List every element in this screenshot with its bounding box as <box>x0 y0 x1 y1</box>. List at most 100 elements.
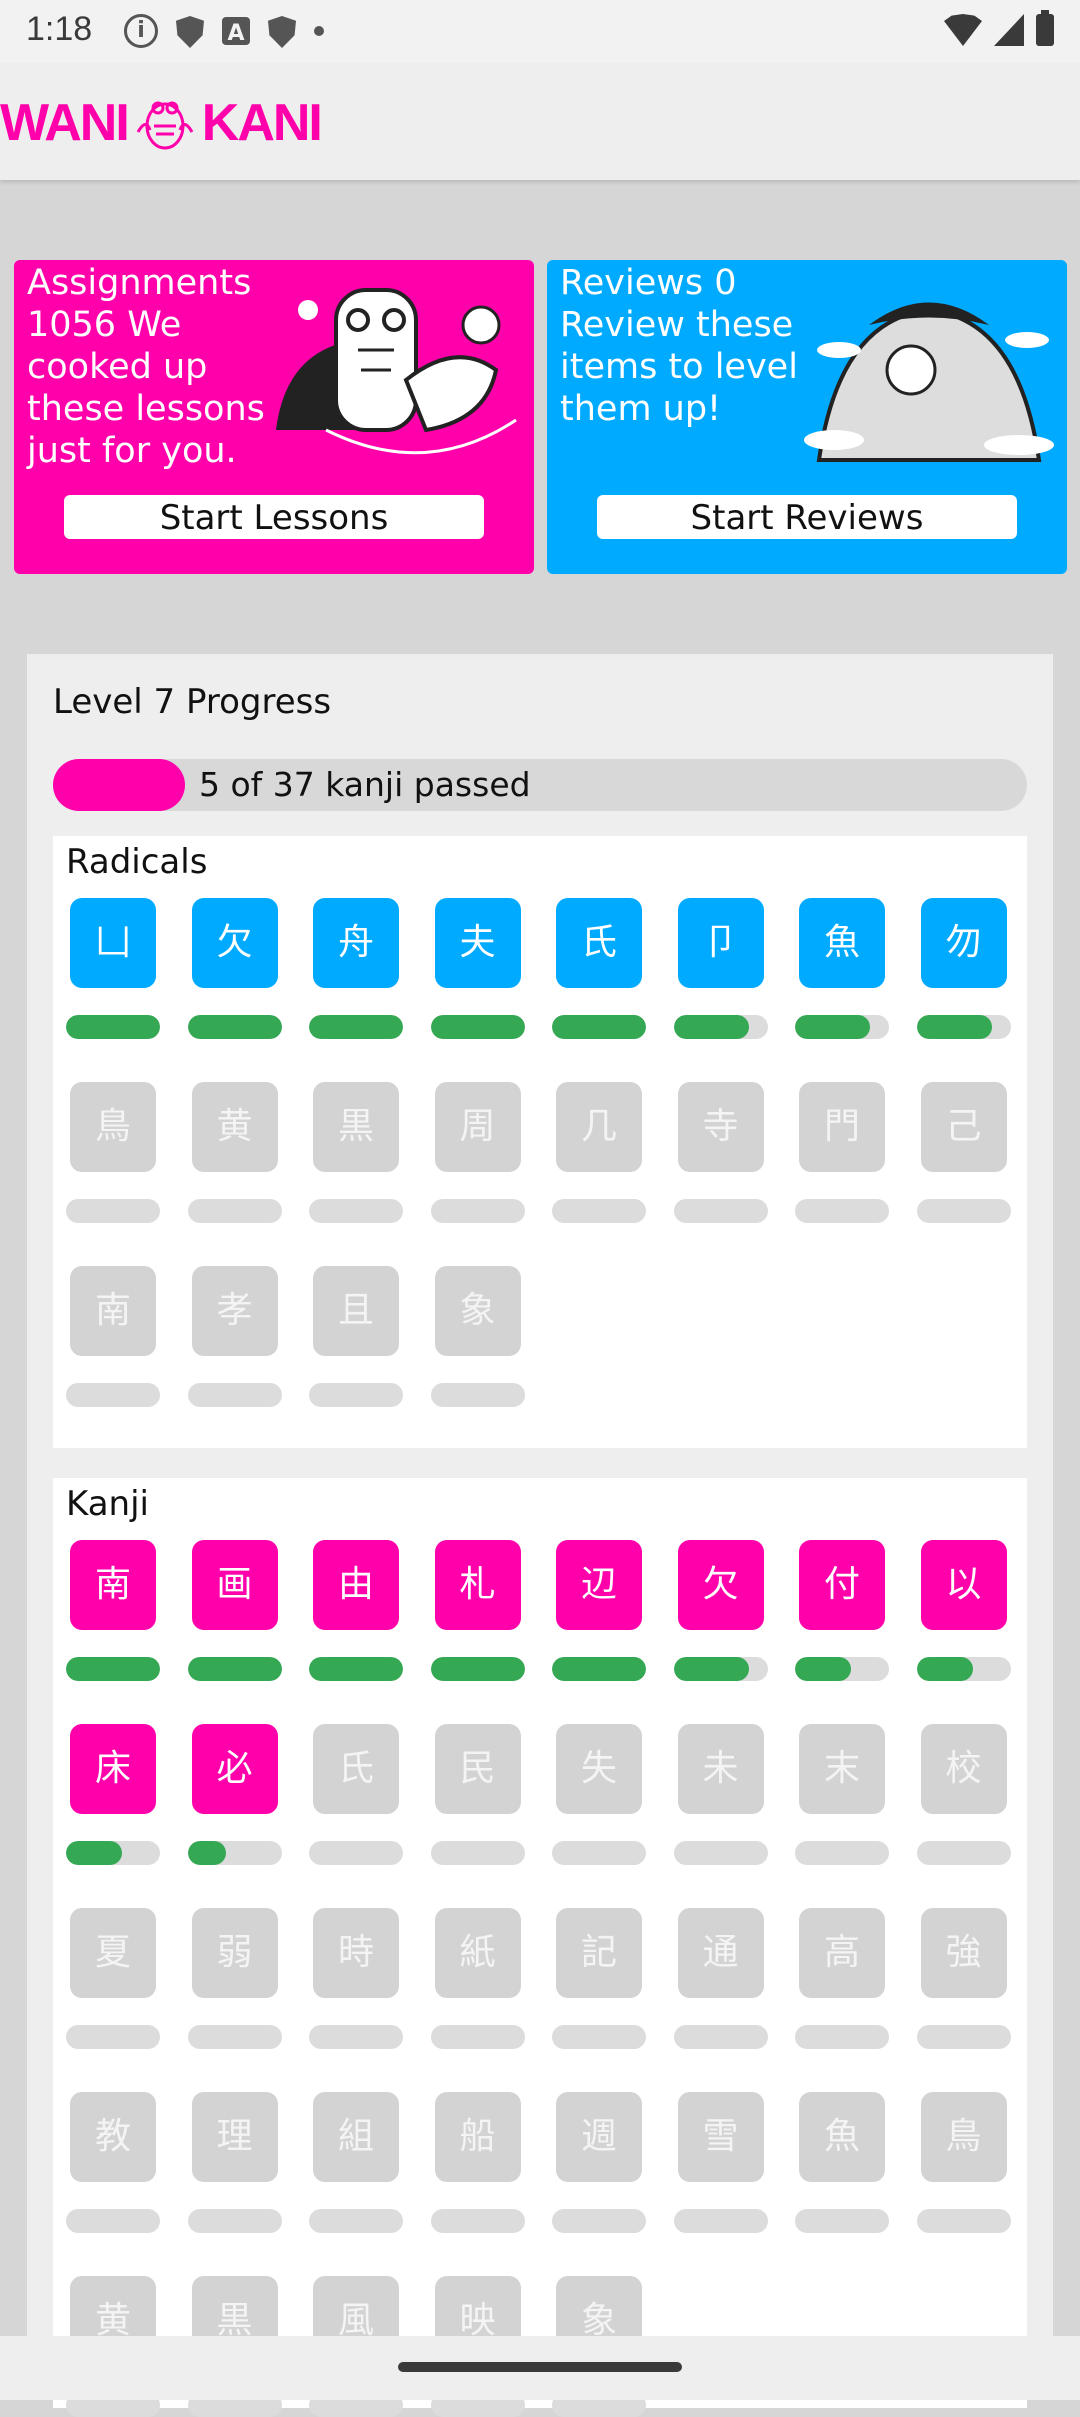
kanji-tile[interactable]: 画 <box>191 1540 278 1630</box>
kanji-tile[interactable]: 弱 <box>191 1908 278 1998</box>
kanji-item[interactable]: 民 <box>418 1724 538 1865</box>
radical-tile[interactable]: 几 <box>556 1082 642 1172</box>
kanji-item[interactable]: 氏 <box>296 1724 416 1865</box>
radical-item[interactable]: 几 <box>539 1082 659 1223</box>
radical-item[interactable]: 夫 <box>418 898 538 1039</box>
start-reviews-button[interactable]: Start Reviews <box>597 495 1017 539</box>
kanji-item[interactable]: 失 <box>539 1724 659 1865</box>
radical-item[interactable]: 且 <box>296 1266 416 1407</box>
kanji-tile[interactable]: 校 <box>920 1724 1007 1814</box>
kanji-tile[interactable]: 民 <box>434 1724 521 1814</box>
radical-item[interactable]: 寺 <box>661 1082 781 1223</box>
radical-item[interactable]: 魚 <box>782 898 902 1039</box>
radical-item[interactable]: 象 <box>418 1266 538 1407</box>
kanji-item[interactable]: 船 <box>418 2092 538 2233</box>
kanji-tile[interactable]: 夏 <box>70 1908 156 1998</box>
radical-tile[interactable]: 卩 <box>677 898 764 988</box>
kanji-tile[interactable]: 組 <box>313 2092 399 2182</box>
kanji-tile[interactable]: 紙 <box>434 1908 521 1998</box>
radical-item[interactable]: 凵 <box>53 898 173 1039</box>
kanji-item[interactable]: 高 <box>782 1908 902 2049</box>
kanji-item[interactable]: 画 <box>175 1540 295 1681</box>
kanji-item[interactable]: 弱 <box>175 1908 295 2049</box>
kanji-item[interactable]: 由 <box>296 1540 416 1681</box>
kanji-tile[interactable]: 氏 <box>313 1724 399 1814</box>
radical-tile[interactable]: 周 <box>434 1082 521 1172</box>
wanikani-logo[interactable]: WANI KANI <box>0 88 323 158</box>
kanji-tile[interactable]: 週 <box>556 2092 642 2182</box>
radical-tile[interactable]: 凵 <box>70 898 156 988</box>
kanji-item[interactable]: 鳥 <box>904 2092 1024 2233</box>
radical-item[interactable]: 南 <box>53 1266 173 1407</box>
kanji-tile[interactable]: 記 <box>556 1908 642 1998</box>
radical-tile[interactable]: 氏 <box>556 898 642 988</box>
kanji-item[interactable]: 南 <box>53 1540 173 1681</box>
kanji-item[interactable]: 魚 <box>782 2092 902 2233</box>
kanji-tile[interactable]: 時 <box>313 1908 399 1998</box>
kanji-item[interactable]: 週 <box>539 2092 659 2233</box>
radical-item[interactable]: 舟 <box>296 898 416 1039</box>
radical-tile[interactable]: 象 <box>434 1266 521 1356</box>
kanji-item[interactable]: 未 <box>661 1724 781 1865</box>
kanji-item[interactable]: 末 <box>782 1724 902 1865</box>
kanji-tile[interactable]: 由 <box>313 1540 399 1630</box>
radical-tile[interactable]: 魚 <box>799 898 885 988</box>
radical-item[interactable]: 黒 <box>296 1082 416 1223</box>
kanji-item[interactable]: 記 <box>539 1908 659 2049</box>
kanji-tile[interactable]: 以 <box>920 1540 1007 1630</box>
kanji-item[interactable]: 通 <box>661 1908 781 2049</box>
kanji-item[interactable]: 辺 <box>539 1540 659 1681</box>
kanji-tile[interactable]: 鳥 <box>920 2092 1007 2182</box>
kanji-tile[interactable]: 船 <box>434 2092 521 2182</box>
radical-tile[interactable]: 孝 <box>191 1266 278 1356</box>
kanji-tile[interactable]: 失 <box>556 1724 642 1814</box>
kanji-item[interactable]: 強 <box>904 1908 1024 2049</box>
radical-item[interactable]: 孝 <box>175 1266 295 1407</box>
kanji-item[interactable]: 校 <box>904 1724 1024 1865</box>
kanji-tile[interactable]: 床 <box>70 1724 156 1814</box>
home-gesture-handle[interactable] <box>398 2362 682 2372</box>
radical-item[interactable]: 欠 <box>175 898 295 1039</box>
kanji-item[interactable]: 教 <box>53 2092 173 2233</box>
kanji-tile[interactable]: 未 <box>677 1724 764 1814</box>
radical-item[interactable]: 己 <box>904 1082 1024 1223</box>
kanji-tile[interactable]: 南 <box>70 1540 156 1630</box>
radical-tile[interactable]: 且 <box>313 1266 399 1356</box>
kanji-item[interactable]: 夏 <box>53 1908 173 2049</box>
radical-item[interactable]: 門 <box>782 1082 902 1223</box>
radical-tile[interactable]: 南 <box>70 1266 156 1356</box>
radical-tile[interactable]: 欠 <box>191 898 278 988</box>
kanji-tile[interactable]: 欠 <box>677 1540 764 1630</box>
radical-tile[interactable]: 勿 <box>920 898 1007 988</box>
radical-item[interactable]: 氏 <box>539 898 659 1039</box>
kanji-item[interactable]: 時 <box>296 1908 416 2049</box>
radical-tile[interactable]: 寺 <box>677 1082 764 1172</box>
kanji-item[interactable]: 札 <box>418 1540 538 1681</box>
kanji-tile[interactable]: 札 <box>434 1540 521 1630</box>
kanji-tile[interactable]: 末 <box>799 1724 885 1814</box>
kanji-tile[interactable]: 魚 <box>799 2092 885 2182</box>
kanji-tile[interactable]: 辺 <box>556 1540 642 1630</box>
kanji-item[interactable]: 以 <box>904 1540 1024 1681</box>
radical-tile[interactable]: 黒 <box>313 1082 399 1172</box>
kanji-item[interactable]: 雪 <box>661 2092 781 2233</box>
kanji-tile[interactable]: 付 <box>799 1540 885 1630</box>
radical-tile[interactable]: 己 <box>920 1082 1007 1172</box>
radical-item[interactable]: 勿 <box>904 898 1024 1039</box>
kanji-item[interactable]: 組 <box>296 2092 416 2233</box>
radical-tile[interactable]: 鳥 <box>70 1082 156 1172</box>
kanji-tile[interactable]: 強 <box>920 1908 1007 1998</box>
start-lessons-button[interactable]: Start Lessons <box>64 495 484 539</box>
kanji-tile[interactable]: 教 <box>70 2092 156 2182</box>
kanji-item[interactable]: 理 <box>175 2092 295 2233</box>
kanji-item[interactable]: 付 <box>782 1540 902 1681</box>
radical-tile[interactable]: 門 <box>799 1082 885 1172</box>
radical-tile[interactable]: 夫 <box>434 898 521 988</box>
kanji-tile[interactable]: 必 <box>191 1724 278 1814</box>
kanji-tile[interactable]: 理 <box>191 2092 278 2182</box>
kanji-item[interactable]: 床 <box>53 1724 173 1865</box>
kanji-tile[interactable]: 高 <box>799 1908 885 1998</box>
kanji-tile[interactable]: 通 <box>677 1908 764 1998</box>
radical-item[interactable]: 卩 <box>661 898 781 1039</box>
radical-item[interactable]: 周 <box>418 1082 538 1223</box>
